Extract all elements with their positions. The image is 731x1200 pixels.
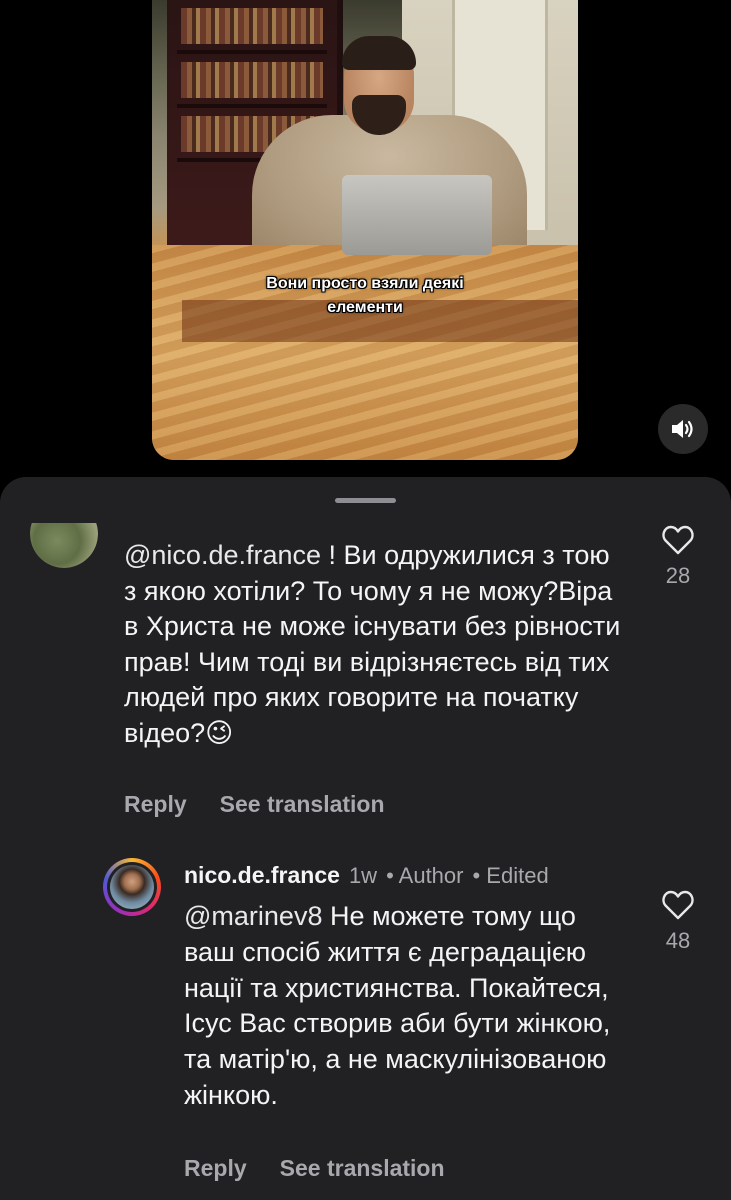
sheet-drag-handle[interactable]	[335, 498, 396, 503]
heart-icon[interactable]	[662, 525, 694, 555]
like-column: 48	[656, 890, 700, 954]
avatar[interactable]	[103, 858, 161, 916]
screen: Вони просто взяли деякі елементи @nico.d…	[0, 0, 731, 1200]
comment-text: @marinev8 Не можете тому що ваш спосіб ж…	[184, 899, 624, 1114]
speaker-icon	[672, 420, 693, 438]
like-count: 28	[665, 563, 691, 588]
author-badge: • Author	[386, 863, 464, 888]
heart-icon[interactable]	[662, 890, 694, 920]
video-player[interactable]: Вони просто взяли деякі елементи	[152, 0, 578, 460]
like-count: 48	[665, 928, 691, 953]
see-translation-button[interactable]: See translation	[220, 791, 385, 818]
video-caption: Вони просто взяли деякі елементи	[152, 272, 578, 320]
comment-actions: Reply See translation	[124, 791, 385, 818]
comment-mention[interactable]: @marinev8	[184, 901, 322, 931]
edited-badge: • Edited	[472, 863, 549, 888]
comment-actions: Reply See translation	[184, 1155, 445, 1182]
video-laptop	[342, 175, 492, 255]
caption-line-1: Вони просто взяли деякі	[266, 275, 464, 292]
comment-header: nico.de.france 1w • Author • Edited	[184, 862, 549, 889]
sound-toggle-button[interactable]	[658, 404, 708, 454]
comment-text: @nico.de.france ! Ви одружилися з тою з …	[124, 538, 624, 751]
reply-button[interactable]: Reply	[184, 1155, 247, 1182]
comment-time: 1w	[348, 863, 378, 888]
comment-body: Не можете тому що ваш спосіб життя є дег…	[184, 901, 611, 1110]
reply-button[interactable]: Reply	[124, 791, 187, 818]
comment-body: ! Ви одружилися з тою з якою хотіли? То …	[124, 540, 621, 748]
comment-mention[interactable]: @nico.de.france	[124, 540, 321, 570]
username[interactable]: nico.de.france	[184, 862, 340, 889]
like-column: 28	[656, 525, 700, 589]
see-translation-button[interactable]: See translation	[280, 1155, 445, 1182]
caption-line-2: елементи	[327, 299, 403, 316]
